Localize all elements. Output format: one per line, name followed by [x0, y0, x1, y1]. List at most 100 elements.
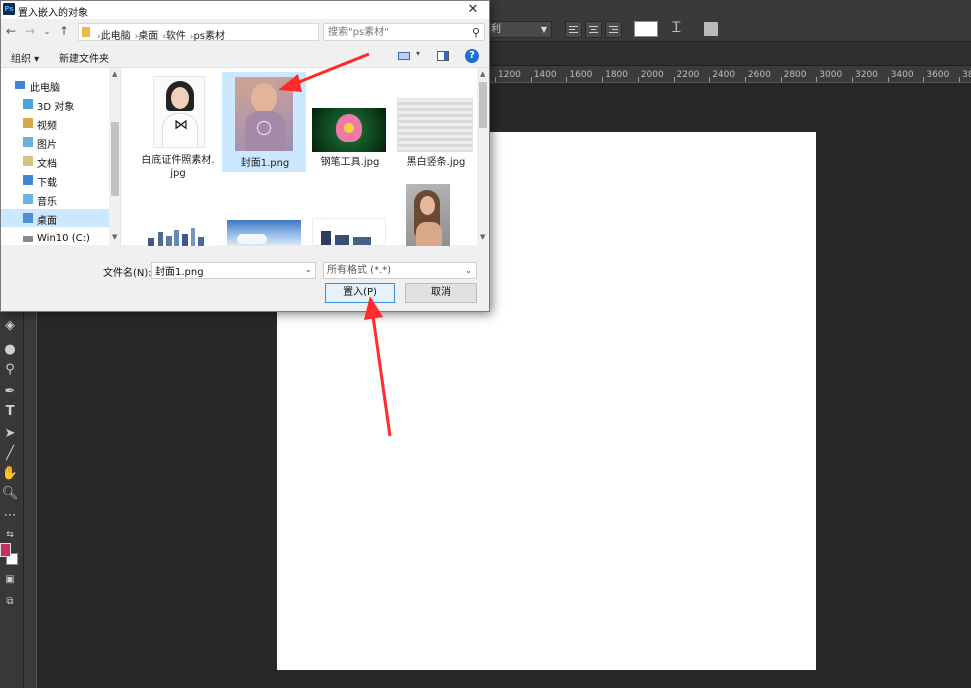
- foreground-color-swatch[interactable]: [0, 543, 11, 557]
- horizontal-ruler: 1200 1400 1600 1800 2000 2200 2400 2600 2800 3000…: [490, 66, 971, 83]
- breadcrumb-item[interactable]: 此电脑: [101, 27, 131, 42]
- file-scrollbar[interactable]: ▲ ▼: [477, 68, 489, 246]
- recent-chevron-icon[interactable]: ⌄: [40, 27, 54, 36]
- align-right-icon[interactable]: [605, 21, 622, 38]
- pen-tool-icon[interactable]: ✒: [0, 384, 20, 399]
- nav-item-documents[interactable]: 文档: [1, 152, 109, 170]
- file-label: 钢笔工具.jpg: [320, 157, 380, 168]
- command-bar: 组织 ▾ 新建文件夹 ▾ ?: [1, 45, 489, 67]
- search-input[interactable]: [328, 25, 468, 39]
- character-panel-icon[interactable]: [704, 22, 718, 36]
- zoom-tool-icon[interactable]: 🔍︎: [0, 486, 20, 501]
- drive-icon: [23, 236, 33, 242]
- dodge-icon[interactable]: ⚲: [0, 362, 20, 377]
- ruler-tick-mark: [637, 77, 639, 82]
- place-embedded-dialog: Ps 置入嵌入的对象 ✕ ← → ⌄ ↑ ›此电脑›桌面›软件›ps素材 ⌄ ↻…: [0, 0, 490, 312]
- ruler-tick-mark: [959, 77, 961, 82]
- scroll-up-icon[interactable]: ▲: [112, 70, 117, 78]
- nav-item-videos[interactable]: 视频: [1, 114, 109, 132]
- documents-folder-icon: [23, 156, 33, 166]
- file-item-woman[interactable]: [394, 184, 477, 246]
- chevron-down-icon: ⌄: [465, 266, 472, 275]
- woman-portrait-thumbnail: [406, 184, 450, 246]
- ruler-tick-label: 2400: [712, 70, 736, 80]
- path-selection-icon[interactable]: ➤: [0, 426, 20, 441]
- text-color-swatch[interactable]: [634, 21, 658, 37]
- preview-pane-icon[interactable]: [437, 51, 449, 61]
- nav-item-music[interactable]: 音乐: [1, 190, 109, 208]
- chevron-down-icon[interactable]: ⌄: [305, 265, 312, 274]
- forward-arrow-icon[interactable]: →: [23, 24, 37, 38]
- nav-item-3d-objects[interactable]: 3D 对象: [1, 95, 109, 113]
- buildings-thumbnail: [312, 218, 386, 246]
- quick-mask-icon[interactable]: ▣: [0, 574, 20, 585]
- back-arrow-icon[interactable]: ←: [4, 24, 18, 38]
- ruler-tick-mark: [887, 77, 889, 82]
- align-center-icon[interactable]: [585, 21, 602, 38]
- nav-item-pictures[interactable]: 图片: [1, 133, 109, 151]
- ruler-tick-mark: [673, 77, 675, 82]
- ruler-tick-label: 1800: [605, 70, 628, 80]
- lotus-thumbnail: [312, 108, 386, 152]
- vertical-ruler: [24, 312, 37, 688]
- align-left-icon[interactable]: [565, 21, 582, 38]
- breadcrumb-item[interactable]: 软件: [166, 27, 186, 42]
- breadcrumb-item[interactable]: ps素材: [193, 27, 225, 42]
- warp-text-icon[interactable]: Ꮖ: [672, 20, 681, 36]
- help-icon[interactable]: ?: [465, 49, 479, 63]
- ruler-tick-label: 3400: [890, 70, 914, 80]
- line-tool-icon[interactable]: ╱: [0, 446, 20, 461]
- ruler-tick-mark: [923, 77, 925, 82]
- file-item-cover[interactable]: 封面1.png: [222, 72, 306, 172]
- more-tools-icon[interactable]: ⋯: [0, 508, 20, 523]
- filetype-select[interactable]: 所有格式 (*.*) ⌄: [323, 262, 477, 279]
- nav-item-desktop[interactable]: 桌面: [1, 209, 109, 227]
- view-chevron-icon[interactable]: ▾: [416, 49, 420, 58]
- cover-thumbnail: [235, 77, 293, 151]
- cancel-button[interactable]: 取消: [405, 283, 477, 303]
- dialog-title: 置入嵌入的对象: [18, 8, 88, 19]
- hand-tool-icon[interactable]: ✋: [0, 466, 20, 481]
- file-item-city[interactable]: [136, 186, 220, 246]
- photoshop-app-icon: Ps: [3, 3, 15, 15]
- nav-scrollbar-thumb[interactable]: [111, 122, 119, 196]
- breadcrumb-item[interactable]: 桌面: [138, 27, 158, 42]
- scroll-down-icon[interactable]: ▼: [480, 233, 485, 241]
- swap-colors-icon[interactable]: ⇆: [0, 530, 20, 540]
- organize-button[interactable]: 组织 ▾: [11, 50, 39, 65]
- paint-bucket-icon[interactable]: ◈: [0, 318, 20, 333]
- file-item-sky[interactable]: [222, 186, 306, 246]
- up-arrow-icon[interactable]: ↑: [57, 24, 71, 38]
- screen-mode-icon[interactable]: ⧉: [0, 596, 20, 607]
- filename-label: 文件名(N):: [103, 268, 152, 279]
- ruler-tick-label: 1200: [498, 70, 521, 80]
- font-style-select[interactable]: 利 ▼: [486, 21, 552, 38]
- nav-item-drive-c[interactable]: Win10 (C:): [1, 230, 109, 246]
- filename-input[interactable]: [151, 262, 316, 279]
- nav-item-this-pc[interactable]: 此电脑: [1, 76, 109, 94]
- file-label: 黑白竖条.jpg: [406, 157, 466, 168]
- file-item-pen-tool[interactable]: 钢笔工具.jpg: [308, 72, 392, 172]
- file-scrollbar-thumb[interactable]: [479, 82, 487, 128]
- pictures-folder-icon: [23, 137, 33, 147]
- view-mode-icon[interactable]: [398, 52, 410, 60]
- nav-scrollbar[interactable]: ▲ ▼: [109, 68, 120, 246]
- sky-thumbnail: [227, 220, 301, 246]
- file-item-id-photo[interactable]: ⋈ 白底证件照素材. jpg: [136, 72, 220, 179]
- type-tool-icon[interactable]: T: [0, 404, 20, 419]
- file-item-buildings[interactable]: [308, 186, 392, 246]
- close-icon[interactable]: ✕: [463, 1, 483, 19]
- dialog-titlebar: Ps 置入嵌入的对象 ✕: [1, 1, 489, 19]
- ruler-tick-mark: [530, 77, 532, 82]
- scroll-down-icon[interactable]: ▼: [112, 233, 117, 241]
- city-thumbnail: [144, 222, 214, 246]
- blur-drop-icon[interactable]: ●: [0, 342, 20, 357]
- place-button[interactable]: 置入(P): [325, 283, 395, 303]
- new-folder-button[interactable]: 新建文件夹: [59, 50, 109, 65]
- address-bar[interactable]: ›此电脑›桌面›软件›ps素材 ⌄ ↻: [78, 23, 394, 42]
- file-item-bw-stripes[interactable]: 黑白竖条.jpg: [394, 72, 477, 172]
- nav-item-downloads[interactable]: 下载: [1, 171, 109, 189]
- search-box: ⚲: [323, 23, 485, 41]
- search-icon[interactable]: ⚲: [472, 26, 480, 39]
- scroll-up-icon[interactable]: ▲: [480, 70, 485, 78]
